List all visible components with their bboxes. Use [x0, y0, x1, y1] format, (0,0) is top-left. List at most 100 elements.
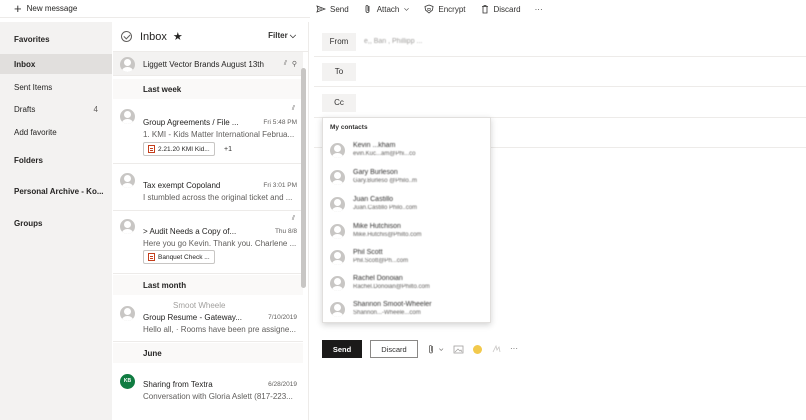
- message-date: Fri 5:48 PM: [261, 119, 297, 126]
- message-subject: Tax exempt Copoland: [143, 181, 221, 190]
- nav-inbox[interactable]: Inbox: [0, 54, 112, 74]
- message-sender: Smoot Wheele: [173, 301, 226, 310]
- toolbar-discard-button[interactable]: Discard: [480, 4, 521, 14]
- message-item[interactable]: KB Sharing from Textra 6/28/2019 Convers…: [113, 365, 303, 409]
- signature-icon[interactable]: [491, 344, 502, 355]
- message-item[interactable]: ⫽ Group Agreements / File ... Fri 5:48 P…: [113, 102, 303, 164]
- nav-label: Folders: [14, 155, 43, 165]
- chevron-down-icon[interactable]: [438, 344, 445, 355]
- avatar: [330, 170, 345, 185]
- message-subject: Group Resume - Gateway...: [143, 313, 242, 322]
- emoji-icon[interactable]: [472, 344, 483, 355]
- avatar: [120, 173, 135, 188]
- nav-personal-archive[interactable]: Personal Archive - Ko...: [0, 181, 112, 201]
- contact-name: Shannon Smoot-Wheeler: [353, 301, 432, 308]
- nav-add-favorite[interactable]: Add favorite: [0, 122, 112, 142]
- toolbar-encrypt-label: Encrypt: [438, 4, 466, 14]
- message-date: 7/10/2019: [266, 314, 297, 321]
- filter-label: Filter: [268, 31, 288, 40]
- section-header: June: [113, 343, 303, 363]
- avatar: [120, 306, 135, 321]
- contact-suggestion[interactable]: Kevin ...kham evin.Kuc...am@Phi...co: [323, 138, 490, 164]
- message-preview: Hello all, · Rooms have been pre assigne…: [143, 325, 296, 334]
- nav-favorites[interactable]: Favorites: [0, 29, 112, 49]
- nav-drafts[interactable]: Drafts 4: [0, 99, 112, 119]
- contact-suggestion[interactable]: Gary Burleson Gary.Burleso @Philo..m: [323, 165, 490, 191]
- attachment-name: 2.21.20 KMI Kid...: [158, 145, 210, 153]
- message-preview: Conversation with Gloria Aslett (817-223…: [143, 392, 293, 401]
- select-all-icon[interactable]: [121, 31, 132, 42]
- toolbar-attach-label: Attach: [376, 4, 400, 14]
- compose-pane: From e,, Ban , Phillipp ... To Cc My con…: [314, 22, 806, 420]
- contact-suggestion[interactable]: Phil Scott Phil.Scott@Ph...com: [323, 245, 490, 271]
- to-row: To: [314, 57, 806, 87]
- image-icon[interactable]: [453, 344, 464, 355]
- message-item[interactable]: Tax exempt Copoland Fri 3:01 PM I stumbl…: [113, 165, 303, 211]
- contacts-suggestion-dropdown: My contacts Kevin ...kham evin.Kuc...am@…: [322, 117, 491, 323]
- avatar: [330, 276, 345, 291]
- toolbar-discard-label: Discard: [493, 4, 521, 14]
- message-preview: I stumbled across the original ticket an…: [143, 193, 293, 202]
- send-button[interactable]: Send: [322, 340, 362, 358]
- attach-icon[interactable]: [426, 344, 437, 355]
- message-list-scrollbar[interactable]: [301, 68, 306, 288]
- contact-suggestion[interactable]: Mike Hutchison Mike.Hutchis@Philto.com: [323, 219, 490, 245]
- to-button[interactable]: To: [322, 62, 356, 81]
- message-item[interactable]: ⫽ > Audit Needs a Copy of... Thu 8/8 Her…: [113, 212, 303, 274]
- toolbar-send-label: Send: [330, 4, 349, 14]
- section-header: Last week: [113, 79, 303, 99]
- contact-email: Gary.Burleso @Philo..m: [353, 178, 417, 184]
- pin-icon[interactable]: ⚲: [292, 60, 297, 68]
- more-icon: ···: [534, 4, 543, 14]
- contact-name: Gary Burleson: [353, 169, 398, 176]
- toolbar-attach-button[interactable]: Attach: [363, 4, 411, 14]
- from-button[interactable]: From: [322, 32, 356, 51]
- avatar: KB: [120, 374, 135, 389]
- contact-email: Juan.Castillo Philo..com: [353, 205, 418, 211]
- contact-name: Juan Castillo: [353, 196, 394, 203]
- avatar: [330, 197, 345, 212]
- contact-email: Rachel.Donoian@Philto.com: [353, 284, 430, 290]
- nav-label: Add favorite: [14, 127, 57, 137]
- contact-suggestion[interactable]: Juan Castillo Juan.Castillo Philo..com: [323, 192, 490, 218]
- new-message-button[interactable]: + New message: [14, 2, 77, 15]
- message-list: Inbox ★ Filter ⌵ Liggett Vector Brands A…: [113, 22, 309, 420]
- avatar: [120, 109, 135, 124]
- message-date: Thu 8/8: [272, 228, 297, 235]
- paperclip-icon: ⫽: [291, 105, 295, 112]
- toolbar-more-button[interactable]: ···: [535, 5, 543, 14]
- nav-label: Favorites: [14, 34, 50, 44]
- contact-email: evin.Kuc...am@Phi...co: [353, 151, 416, 157]
- contact-suggestion[interactable]: Rachel Donoian Rachel.Donoian@Philto.com: [323, 271, 490, 297]
- cc-button[interactable]: Cc: [322, 93, 356, 112]
- paperclip-icon: ⫽: [291, 215, 295, 222]
- message-subject: Liggett Vector Brands August 13th: [143, 60, 264, 69]
- message-subject: > Audit Needs a Copy of...: [143, 227, 237, 236]
- attachment-chip[interactable]: 2.21.20 KMI Kid...: [143, 142, 215, 156]
- message-date: Fri 3:01 PM: [261, 182, 297, 189]
- contact-suggestion[interactable]: Shannon Smoot-Wheeler Shannon...-Wheele.…: [323, 297, 490, 323]
- filter-button[interactable]: Filter ⌵: [268, 31, 296, 41]
- chevron-down-icon: [404, 8, 410, 11]
- toolbar-encrypt-button[interactable]: Encrypt: [424, 4, 466, 14]
- message-preview: Here you go Kevin. Thank you. Charlene .…: [143, 239, 297, 248]
- avatar: [120, 219, 135, 234]
- message-item[interactable]: Smoot Wheele Group Resume - Gateway... 7…: [113, 298, 303, 342]
- trash-icon: [481, 5, 488, 14]
- attachment-chip[interactable]: Banquet Check ...: [143, 250, 215, 264]
- nav-groups[interactable]: Groups: [0, 213, 112, 233]
- more-options-icon[interactable]: ···: [510, 344, 518, 355]
- nav-sent-items[interactable]: Sent Items: [0, 77, 112, 97]
- nav-folders[interactable]: Folders: [0, 150, 112, 170]
- discard-button[interactable]: Discard: [370, 340, 418, 358]
- favorite-star-icon[interactable]: ★: [173, 30, 183, 43]
- message-date: 6/28/2019: [266, 381, 297, 388]
- inbox-title: Inbox: [140, 30, 167, 43]
- compose-action-bar: Send Discard ···: [322, 340, 518, 358]
- left-toolbar: + New message: [0, 0, 310, 18]
- toolbar-send-button[interactable]: Send: [316, 4, 349, 14]
- contacts-header: My contacts: [330, 124, 368, 131]
- avatar: [330, 143, 345, 158]
- message-item[interactable]: Liggett Vector Brands August 13th ⫽ ⚲: [113, 52, 303, 76]
- cc-row: Cc: [314, 88, 806, 118]
